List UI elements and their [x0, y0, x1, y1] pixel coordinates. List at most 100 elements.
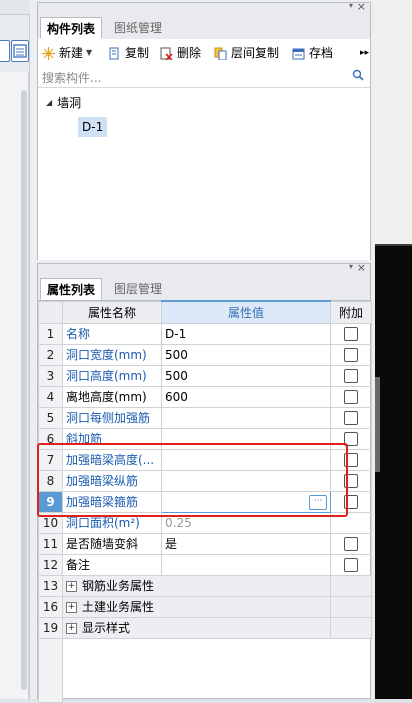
group-row[interactable]: 16 + 土建业务属性	[38, 595, 372, 618]
new-button[interactable]: 新建 ▼	[42, 44, 92, 62]
copy-icon	[108, 47, 121, 60]
extra-checkbox-cell[interactable]	[330, 322, 372, 345]
table-row[interactable]: 3 洞口高度(mm) 500	[38, 364, 372, 387]
property-name[interactable]: 洞口每侧加强筋	[62, 406, 162, 429]
component-toolbar: 新建 ▼ 复制 删除 层间复制 存档 ▸▸	[38, 39, 370, 68]
search-icon[interactable]	[352, 69, 364, 84]
property-name[interactable]: 洞口高度(mm)	[62, 364, 162, 387]
table-row[interactable]: 2 洞口宽度(mm) 500	[38, 343, 372, 366]
extra-checkbox-cell[interactable]	[330, 343, 372, 366]
extra-checkbox[interactable]	[344, 410, 358, 425]
property-value[interactable]	[161, 553, 331, 576]
component-search-bar	[38, 67, 370, 88]
toolbar-overflow-button[interactable]: ▸▸	[360, 44, 369, 62]
delete-button-label: 删除	[177, 46, 202, 60]
row-index: 5	[38, 406, 63, 429]
left-strip	[0, 0, 30, 699]
property-value[interactable]: 600	[161, 385, 331, 408]
expand-plus-icon[interactable]: +	[66, 623, 77, 634]
row-index: 4	[38, 385, 63, 408]
delete-button[interactable]: 删除	[160, 44, 201, 62]
row-index: 12	[38, 553, 63, 576]
group-name: 钢筋业务属性	[82, 579, 155, 593]
group-name-cell[interactable]: + 土建业务属性	[62, 595, 331, 618]
extra-checkbox-cell[interactable]	[330, 385, 372, 408]
archive-button-label: 存档	[309, 46, 334, 60]
row-index: 11	[38, 532, 63, 555]
group-name-cell[interactable]: + 显示样式	[62, 616, 331, 639]
extra-checkbox[interactable]	[344, 557, 358, 572]
extra-checkbox-cell[interactable]	[330, 406, 372, 429]
property-value[interactable]: 500	[161, 343, 331, 366]
property-value[interactable]	[161, 406, 331, 429]
tree-collapse-icon[interactable]: ◢	[46, 98, 52, 107]
extra-checkbox[interactable]	[344, 347, 358, 362]
chevron-down-icon: ▼	[86, 48, 93, 57]
group-name-cell[interactable]: + 钢筋业务属性	[62, 574, 331, 597]
group-extra-cell	[330, 595, 372, 618]
table-row[interactable]: 5 洞口每侧加强筋	[38, 406, 372, 429]
floor-copy-button[interactable]: 层间复制	[214, 44, 279, 62]
property-name[interactable]: 是否随墙变斜	[62, 532, 162, 555]
row-index: 13	[38, 574, 63, 597]
row-index: 3	[38, 364, 63, 387]
table-row[interactable]: 1 名称 D-1	[38, 322, 372, 345]
copy-button[interactable]: 复制	[108, 44, 149, 62]
extra-checkbox-cell[interactable]	[330, 532, 372, 555]
property-value[interactable]: 是	[161, 532, 331, 555]
group-row[interactable]: 13 + 钢筋业务属性	[38, 574, 372, 597]
extra-checkbox[interactable]	[344, 326, 358, 341]
extra-checkbox[interactable]	[344, 389, 358, 404]
property-name[interactable]: 名称	[62, 322, 162, 345]
header-index	[38, 300, 63, 324]
expand-plus-icon[interactable]: +	[66, 581, 77, 592]
pin-icon[interactable]: ▾	[349, 262, 353, 271]
canvas-divider	[375, 244, 412, 246]
header-extra: 附加	[330, 300, 372, 324]
pin-icon[interactable]: ▾	[349, 1, 353, 10]
tab-layer-management[interactable]: 图层管理	[108, 278, 168, 300]
row-index: 2	[38, 343, 63, 366]
filler-cell	[63, 638, 162, 702]
drawing-canvas[interactable]	[375, 0, 412, 699]
row-index: 16	[38, 595, 63, 618]
property-value[interactable]: D-1	[161, 322, 331, 345]
extra-checkbox-cell[interactable]	[330, 364, 372, 387]
group-row[interactable]: 19 + 显示样式	[38, 616, 372, 639]
table-row[interactable]: 11 是否随墙变斜是	[38, 532, 372, 555]
tab-drawing-management[interactable]: 图纸管理	[108, 17, 168, 39]
extra-checkbox[interactable]	[344, 536, 358, 551]
close-icon[interactable]: ×	[357, 261, 366, 274]
extra-checkbox-cell[interactable]	[330, 553, 372, 576]
component-search-input[interactable]	[40, 68, 344, 87]
tree-node-label: 墙洞	[57, 96, 82, 110]
property-value[interactable]: 500	[161, 364, 331, 387]
left-strip-titlebar	[0, 0, 30, 15]
component-tabs: 构件列表 图纸管理	[38, 15, 370, 40]
group-name: 土建业务属性	[82, 600, 155, 614]
canvas-resize-handle[interactable]	[375, 377, 380, 472]
table-row[interactable]: 12 备注	[38, 553, 372, 576]
tree-node-wall-hole[interactable]: ◢ 墙洞	[46, 94, 81, 111]
left-scrollbar[interactable]	[21, 90, 27, 690]
new-icon	[42, 46, 55, 60]
property-name[interactable]: 备注	[62, 553, 162, 576]
extra-checkbox[interactable]	[344, 368, 358, 383]
archive-button[interactable]: 存档	[292, 44, 333, 62]
group-name: 显示样式	[82, 621, 131, 635]
property-name[interactable]: 离地高度(mm)	[62, 385, 162, 408]
table-row[interactable]: 4 离地高度(mm) 600	[38, 385, 372, 408]
delete-icon	[160, 47, 173, 61]
tab-component-list[interactable]: 构件列表	[40, 17, 103, 39]
expand-plus-icon[interactable]: +	[66, 602, 77, 613]
filler-index	[38, 637, 63, 703]
property-name[interactable]: 洞口宽度(mm)	[62, 343, 162, 366]
close-icon[interactable]: ×	[357, 0, 366, 13]
property-tabs: 属性列表 图层管理	[38, 276, 370, 301]
tab-property-list[interactable]: 属性列表	[40, 278, 103, 300]
left-tool-button[interactable]	[0, 40, 10, 62]
list-view-icon[interactable]	[11, 40, 29, 62]
row-index: 19	[38, 616, 63, 639]
tree-node-d1[interactable]: D-1	[78, 117, 108, 137]
table-header-row: 属性名称 属性值 附加	[38, 300, 372, 324]
